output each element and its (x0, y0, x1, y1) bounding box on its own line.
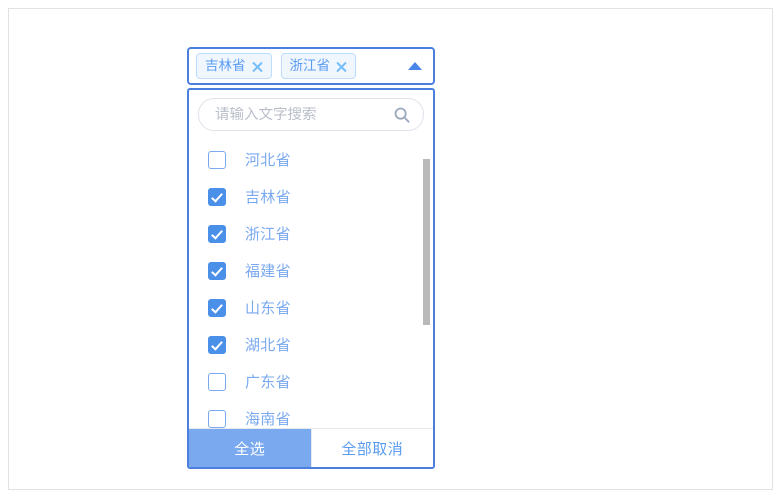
list-item[interactable]: 吉林省 (189, 178, 433, 215)
select-all-button[interactable]: 全选 (189, 429, 311, 467)
list-item[interactable]: 浙江省 (189, 215, 433, 252)
selected-tag-label: 浙江省 (289, 58, 331, 74)
checkbox-checked-icon[interactable] (208, 335, 226, 354)
option-label: 山东省 (245, 300, 291, 317)
list-item[interactable]: 福建省 (189, 252, 433, 289)
page-frame: 吉林省 浙江省 请输入文字搜索 河北省 吉林省 浙江省 福建省 山东省 湖北省 … (8, 8, 773, 490)
option-label: 吉林省 (245, 189, 291, 206)
scrollbar[interactable] (423, 137, 430, 428)
search-icon[interactable] (394, 107, 410, 123)
option-label: 浙江省 (245, 226, 291, 243)
scrollbar-thumb[interactable] (423, 159, 430, 325)
checkbox-checked-icon[interactable] (208, 187, 226, 206)
option-list[interactable]: 河北省 吉林省 浙江省 福建省 山东省 湖北省 广东省 海南省 (189, 137, 433, 428)
selected-tag-list: 吉林省 浙江省 (196, 53, 401, 79)
option-label: 海南省 (245, 411, 291, 428)
close-icon[interactable] (335, 60, 348, 73)
panel-footer: 全选 全部取消 (189, 428, 433, 467)
search-area (189, 90, 433, 137)
checkbox-checked-icon[interactable] (208, 261, 226, 280)
checkbox-unchecked-icon[interactable] (208, 372, 226, 391)
search-box[interactable] (198, 98, 424, 131)
close-icon[interactable] (251, 60, 264, 73)
checkbox-unchecked-icon[interactable] (208, 150, 226, 169)
list-item[interactable]: 湖北省 (189, 326, 433, 363)
checkbox-checked-icon[interactable] (208, 224, 226, 243)
multiselect-control[interactable]: 吉林省 浙江省 (187, 47, 435, 85)
search-input[interactable] (215, 106, 389, 123)
list-item[interactable]: 海南省 (189, 400, 433, 428)
selected-tag-label: 吉林省 (205, 58, 246, 74)
option-label: 湖北省 (245, 337, 291, 354)
list-item[interactable]: 河北省 (189, 141, 433, 178)
option-label: 福建省 (245, 263, 291, 280)
option-label: 河北省 (245, 152, 291, 169)
selected-tag[interactable]: 吉林省 (196, 53, 272, 79)
checkbox-unchecked-icon[interactable] (208, 409, 226, 428)
province-multiselect: 吉林省 浙江省 请输入文字搜索 河北省 吉林省 浙江省 福建省 山东省 湖北省 … (187, 47, 435, 469)
caret-up-icon[interactable] (401, 49, 429, 83)
clear-all-button[interactable]: 全部取消 (310, 429, 433, 467)
list-item[interactable]: 广东省 (189, 363, 433, 400)
list-item[interactable]: 山东省 (189, 289, 433, 326)
dropdown-panel: 河北省 吉林省 浙江省 福建省 山东省 (187, 88, 435, 469)
selected-tag[interactable]: 浙江省 (280, 53, 356, 79)
checkbox-checked-icon[interactable] (208, 298, 226, 317)
option-label: 广东省 (245, 374, 291, 391)
caret-up-triangle (408, 62, 422, 70)
